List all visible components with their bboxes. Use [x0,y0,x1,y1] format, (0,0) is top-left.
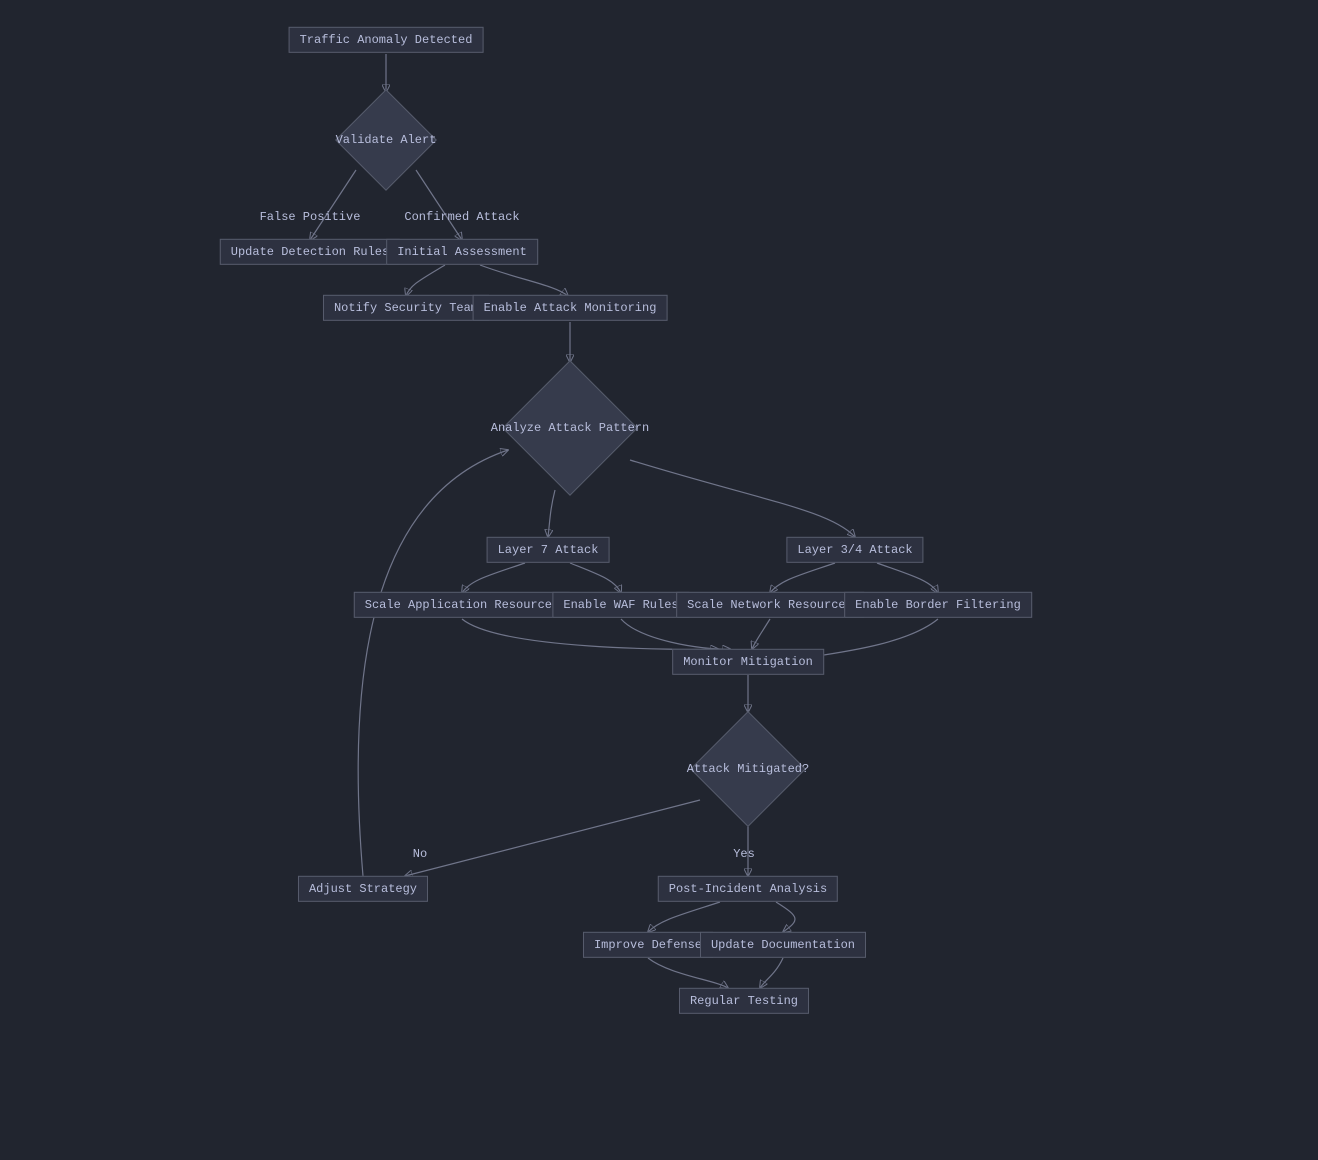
node-attack-mitigated [690,711,806,827]
edge-label-no: No [413,847,427,861]
edges-layer [0,0,1318,1160]
node-layer7: Layer 7 Attack [487,537,610,563]
node-layer34: Layer 3/4 Attack [786,537,923,563]
node-initial-assessment: Initial Assessment [386,239,538,265]
node-analyze-pattern [502,360,638,496]
node-regular-testing: Regular Testing [679,988,809,1014]
edge-label-false-positive: False Positive [260,210,361,224]
node-scale-app: Scale Application Resources [354,592,570,618]
node-update-doc: Update Documentation [700,932,866,958]
edge-label-confirmed-attack: Confirmed Attack [404,210,519,224]
node-adjust-strategy: Adjust Strategy [298,876,428,902]
node-notify-team: Notify Security Team [323,295,489,321]
node-scale-net: Scale Network Resources [676,592,864,618]
node-improve-defense: Improve Defense [583,932,713,958]
node-update-rules: Update Detection Rules [220,239,400,265]
node-enable-waf: Enable WAF Rules [552,592,689,618]
edge-label-yes: Yes [733,847,755,861]
node-validate-alert [335,89,437,191]
node-monitor-mitigation: Monitor Mitigation [672,649,824,675]
node-traffic-anomaly: Traffic Anomaly Detected [289,27,484,53]
node-post-incident: Post-Incident Analysis [658,876,838,902]
node-enable-monitoring: Enable Attack Monitoring [473,295,668,321]
node-enable-border: Enable Border Filtering [844,592,1032,618]
flowchart-canvas: Traffic Anomaly Detected Validate Alert … [0,0,1318,1160]
